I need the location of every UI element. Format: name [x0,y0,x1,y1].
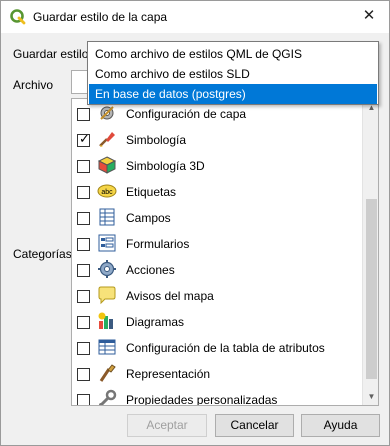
window-title: Guardar estilo de la capa [33,10,168,24]
svg-text:abc: abc [101,189,113,196]
categorias-label: Categorías [13,247,72,261]
scroll-down-icon[interactable]: ▼ [367,392,376,401]
dropdown-option-database[interactable]: En base de datos (postgres) [89,84,377,104]
forms-icon [98,234,116,252]
category-item[interactable]: Configuración de la tabla de atributos [72,335,362,361]
attribute-table-icon [98,339,116,355]
category-item[interactable]: Representación [72,361,362,387]
symbology-3d-icon [97,156,117,174]
rendering-icon [99,364,116,382]
category-label: Configuración de la tabla de atributos [126,341,325,355]
category-label: Configuración de capa [126,107,247,121]
close-icon: ✕ [362,7,376,24]
archivo-label: Archivo [13,78,54,92]
category-label: Simbología 3D [126,159,205,173]
category-checkbox[interactable] [77,394,90,405]
scrollbar-thumb[interactable] [366,199,377,379]
category-checkbox[interactable] [77,290,90,303]
category-item[interactable]: Formularios [72,231,362,257]
fields-icon [99,208,115,226]
category-item[interactable]: Campos [72,205,362,231]
dropdown-option-qml[interactable]: Como archivo de estilos QML de QGIS [89,44,377,64]
category-label: Representación [126,367,211,381]
qgis-logo-icon [10,9,26,25]
category-checkbox[interactable] [77,186,90,199]
category-item[interactable]: Diagramas [72,309,362,335]
category-checkbox[interactable]: ✓ [77,131,90,147]
category-checkbox[interactable] [77,160,90,173]
category-label: Etiquetas [126,185,177,199]
category-label: Diagramas [126,315,185,329]
labels-icon: abc [97,184,117,198]
category-checkbox[interactable] [77,368,90,381]
category-checkbox[interactable] [77,108,90,121]
accept-button[interactable]: Aceptar [127,414,207,437]
help-button[interactable]: Ayuda [301,414,380,437]
category-checkbox[interactable] [77,342,90,355]
category-checkbox[interactable] [77,238,90,251]
categories-list[interactable]: Configuración de capa ✓ Simbología Simbolog… [71,98,379,406]
layer-config-icon [100,106,114,120]
title-bar: Guardar estilo de la capa ✕ [1,1,389,33]
style-destination-dropdown[interactable]: Como archivo de estilos QML de QGIS Como… [87,41,379,105]
categories-scrollbar[interactable]: ▲ ▼ [362,99,378,405]
category-label: Campos [126,211,171,225]
category-item[interactable]: Propiedades personalizadas [72,387,362,406]
guardar-estilo-label: Guardar estilo [13,47,89,61]
category-item[interactable]: abc Etiquetas [72,179,362,205]
category-checkbox[interactable] [77,264,90,277]
category-item[interactable]: Acciones [72,257,362,283]
category-label: Avisos del mapa [126,289,214,303]
category-checkbox[interactable] [77,212,90,225]
save-layer-style-dialog: Guardar estilo de la capa ✕ Guardar esti… [0,0,390,446]
checkmark-icon: ✓ [79,131,90,146]
dropdown-option-sld[interactable]: Como archivo de estilos SLD [89,64,377,84]
symbology-icon [99,132,115,147]
custom-properties-icon [99,389,117,405]
category-label: Acciones [126,263,175,277]
actions-icon [98,260,116,278]
map-tips-icon [98,286,116,305]
category-item[interactable]: Avisos del mapa [72,283,362,309]
categories-list-content: Configuración de capa ✓ Simbología Simbolog… [72,99,362,405]
category-label: Propiedades personalizadas [126,393,278,406]
diagrams-icon [98,312,113,329]
close-button[interactable]: ✕ [351,3,387,29]
category-item[interactable]: Simbología 3D [72,153,362,179]
category-label: Formularios [126,237,190,251]
category-checkbox[interactable] [77,316,90,329]
cancel-button[interactable]: Cancelar [215,414,294,437]
category-item[interactable]: ✓ Simbología [72,127,362,153]
category-label: Simbología [126,133,187,147]
